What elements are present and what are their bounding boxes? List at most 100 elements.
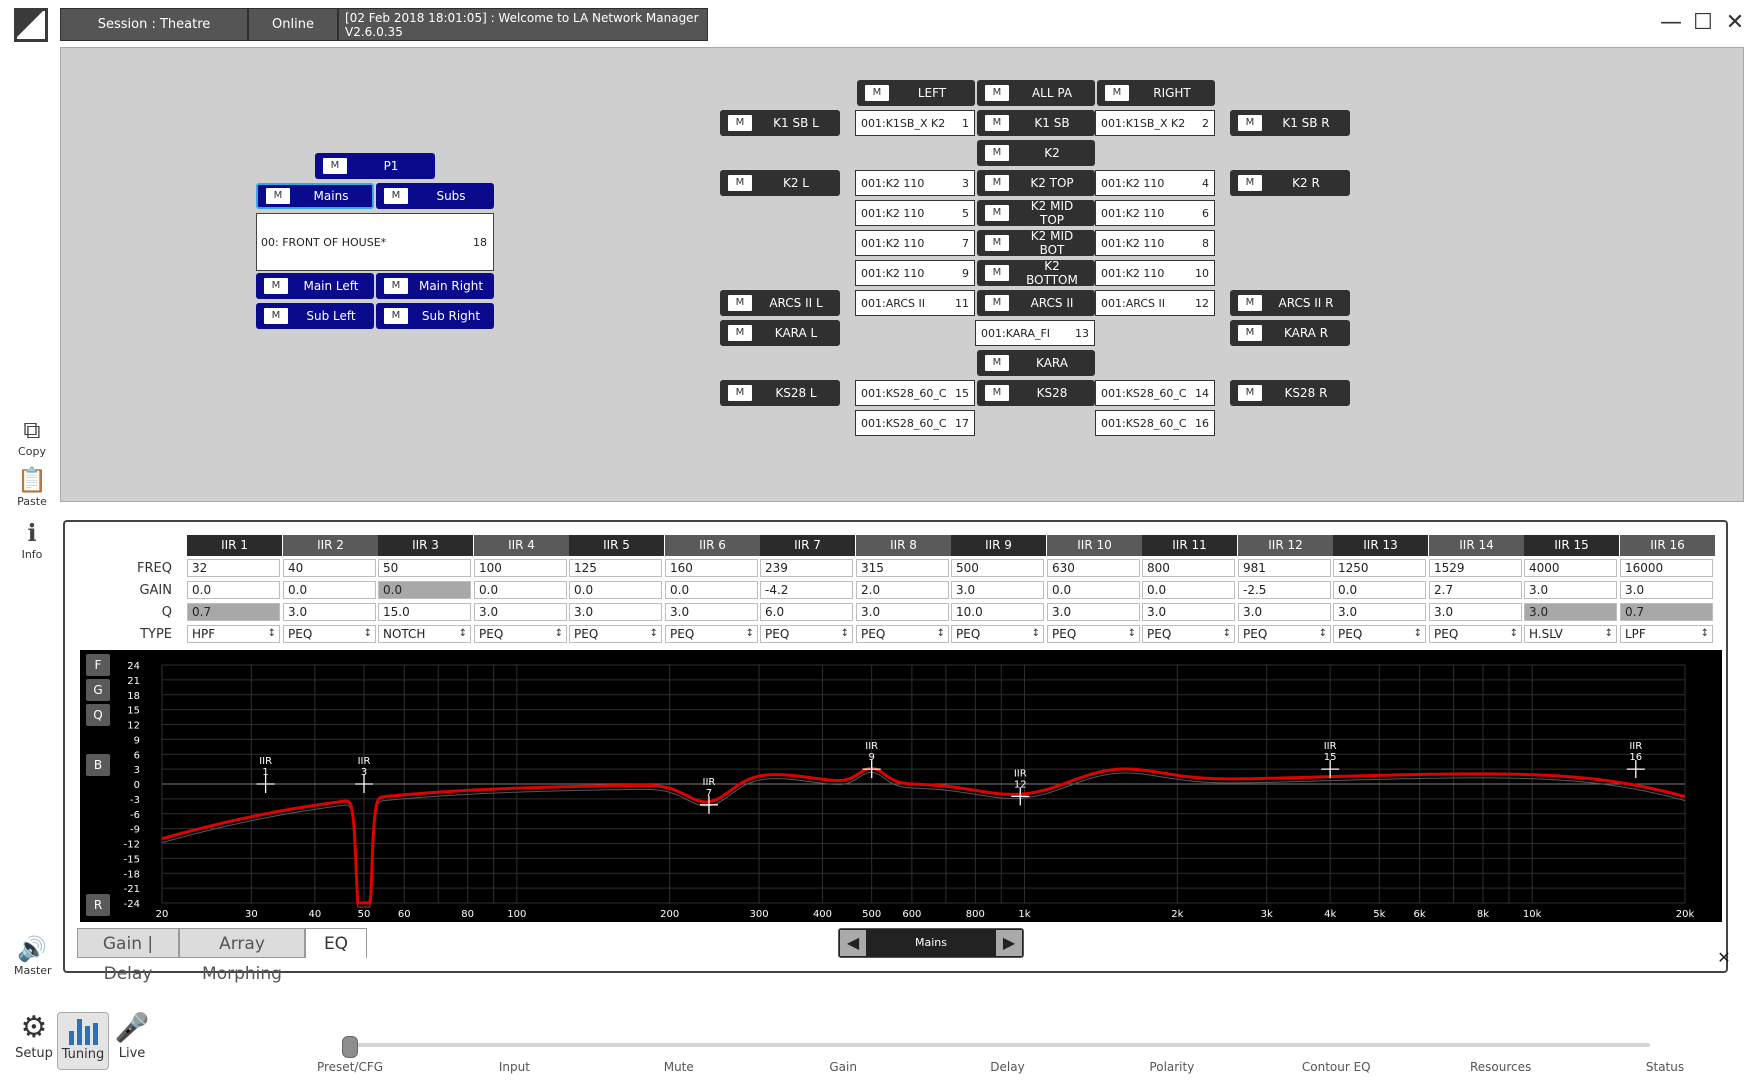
close-icon[interactable]: ✕	[1722, 10, 1748, 36]
filter-gain-field[interactable]: 2.7	[1429, 581, 1522, 599]
group-k1-sb[interactable]: M K1 SB	[977, 110, 1095, 136]
amp-block[interactable]: 001:KS28_60_C 15	[855, 380, 975, 406]
group-k2-top[interactable]: M K2 TOP	[977, 170, 1095, 196]
info-button[interactable]: ℹ Info	[14, 518, 50, 561]
mute-button[interactable]: M	[985, 205, 1009, 221]
group-k2-mid-bot[interactable]: M K2 MID BOT	[977, 229, 1095, 257]
amp-block[interactable]: 001:K2 110 10	[1095, 260, 1215, 286]
graph-button-g[interactable]: G	[86, 679, 110, 701]
mute-button[interactable]: M	[264, 308, 288, 324]
mute-button[interactable]: M	[985, 385, 1009, 401]
filter-type-field[interactable]: PEQ	[951, 625, 1044, 643]
timeline-stage[interactable]: Contour EQ	[1302, 1060, 1371, 1074]
filter-q-field[interactable]: 6.0	[760, 603, 853, 621]
filter-q-field[interactable]: 0.7	[1620, 603, 1713, 621]
master-button[interactable]: 🔊 Master	[14, 934, 52, 977]
mute-button[interactable]: M	[985, 115, 1009, 131]
timeline-stage[interactable]: Status	[1646, 1060, 1684, 1074]
group-k1-sb-r[interactable]: M K1 SB R	[1230, 110, 1350, 136]
tab-gain-delay[interactable]: Gain | Delay	[77, 928, 179, 984]
filter-freq-field[interactable]: 160	[665, 559, 758, 577]
filter-type-field[interactable]: PEQ	[665, 625, 758, 643]
mute-button[interactable]: M	[728, 325, 752, 341]
timeline-stage[interactable]: Mute	[664, 1060, 694, 1074]
amp-block[interactable]: 001:KS28_60_C 14	[1095, 380, 1215, 406]
group-main-left[interactable]: M Main Left	[256, 273, 374, 299]
amp-block[interactable]: 001:K1SB_X K2 2	[1095, 110, 1215, 136]
filter-type-field[interactable]: PEQ	[856, 625, 949, 643]
filter-type-field[interactable]: PEQ	[1429, 625, 1522, 643]
filter-type-field[interactable]: PEQ	[1142, 625, 1235, 643]
amp-block[interactable]: 001:K2 110 3	[855, 170, 975, 196]
filter-freq-field[interactable]: 1529	[1429, 559, 1522, 577]
graph-button-b[interactable]: B	[86, 754, 110, 776]
timeline-stage[interactable]: Polarity	[1149, 1060, 1194, 1074]
amp-block[interactable]: 001:K2 110 6	[1095, 200, 1215, 226]
minimize-icon[interactable]: —	[1658, 10, 1684, 36]
copy-button[interactable]: ⧉ Copy	[14, 415, 50, 458]
mute-button[interactable]: M	[1238, 325, 1262, 341]
tab-array-morphing[interactable]: Array Morphing	[179, 928, 305, 984]
filter-gain-field[interactable]: 2.0	[856, 581, 949, 599]
mute-button[interactable]: M	[264, 278, 288, 294]
filter-gain-field[interactable]: 0.0	[474, 581, 567, 599]
mute-button[interactable]: M	[985, 265, 1009, 281]
filter-freq-field[interactable]: 315	[856, 559, 949, 577]
group-arcs-ii[interactable]: M ARCS II	[977, 290, 1095, 316]
filter-gain-field[interactable]: 3.0	[1524, 581, 1617, 599]
filter-gain-field[interactable]: -4.2	[760, 581, 853, 599]
filter-type-field[interactable]: PEQ	[760, 625, 853, 643]
setup-button[interactable]: ⚙ Setup	[8, 1010, 60, 1061]
filter-q-field[interactable]: 3.0	[1047, 603, 1140, 621]
filter-type-field[interactable]: NOTCH	[378, 625, 471, 643]
amp-block[interactable]: 001:K2 110 9	[855, 260, 975, 286]
filter-q-field[interactable]: 3.0	[856, 603, 949, 621]
filter-freq-field[interactable]: 630	[1047, 559, 1140, 577]
filter-type-field[interactable]: PEQ	[283, 625, 376, 643]
graph-button-r[interactable]: R	[86, 894, 110, 916]
session-label[interactable]: Session : Theatre	[60, 8, 248, 41]
filter-q-field[interactable]: 3.0	[1524, 603, 1617, 621]
close-panel-icon[interactable]: ✕	[1714, 948, 1734, 968]
amp-block[interactable]: 001:K2 110 5	[855, 200, 975, 226]
amp-block[interactable]: 001:KS28_60_C 16	[1095, 410, 1215, 436]
filter-gain-field[interactable]: 0.0	[187, 581, 280, 599]
filter-gain-field[interactable]: 3.0	[1620, 581, 1713, 599]
mute-button[interactable]: M	[384, 188, 408, 204]
filter-type-field[interactable]: HPF	[187, 625, 280, 643]
amp-block[interactable]: 001:ARCS II 11	[855, 290, 975, 316]
filter-gain-field[interactable]: 0.0	[378, 581, 471, 599]
filter-freq-field[interactable]: 16000	[1620, 559, 1713, 577]
filter-q-field[interactable]: 0.7	[187, 603, 280, 621]
filter-type-field[interactable]: PEQ	[1238, 625, 1331, 643]
graph-button-q[interactable]: Q	[86, 704, 110, 726]
filter-freq-field[interactable]: 4000	[1524, 559, 1617, 577]
group-main-right[interactable]: M Main Right	[376, 273, 494, 299]
filter-freq-field[interactable]: 239	[760, 559, 853, 577]
group-all-pa[interactable]: M ALL PA	[977, 80, 1095, 106]
filter-gain-field[interactable]: 0.0	[1333, 581, 1426, 599]
filter-q-field[interactable]: 3.0	[1333, 603, 1426, 621]
mute-button[interactable]: M	[1238, 175, 1262, 191]
filter-q-field[interactable]: 3.0	[665, 603, 758, 621]
foh-zone[interactable]: 00: FRONT OF HOUSE* 18	[256, 213, 494, 271]
amp-block[interactable]: 001:K2 110 8	[1095, 230, 1215, 256]
group-p1[interactable]: M P1	[315, 153, 435, 179]
filter-freq-field[interactable]: 981	[1238, 559, 1331, 577]
prev-group-icon[interactable]: ◀	[840, 930, 866, 956]
mute-button[interactable]: M	[384, 308, 408, 324]
timeline-stage[interactable]: Preset/CFG	[317, 1060, 383, 1074]
group-left[interactable]: M LEFT	[857, 80, 975, 106]
filter-q-field[interactable]: 3.0	[474, 603, 567, 621]
group-k2-mid-top[interactable]: M K2 MID TOP	[977, 199, 1095, 227]
mute-button[interactable]: M	[985, 355, 1009, 371]
filter-gain-field[interactable]: 0.0	[569, 581, 662, 599]
group-ks28-l[interactable]: M KS28 L	[720, 380, 840, 406]
group-k1-sb-l[interactable]: M K1 SB L	[720, 110, 840, 136]
group-ks28-r[interactable]: M KS28 R	[1230, 380, 1350, 406]
mute-button[interactable]: M	[728, 175, 752, 191]
mute-button[interactable]: M	[985, 235, 1009, 251]
group-kara-r[interactable]: M KARA R	[1230, 320, 1350, 346]
mute-button[interactable]: M	[1238, 295, 1262, 311]
mute-button[interactable]: M	[728, 385, 752, 401]
